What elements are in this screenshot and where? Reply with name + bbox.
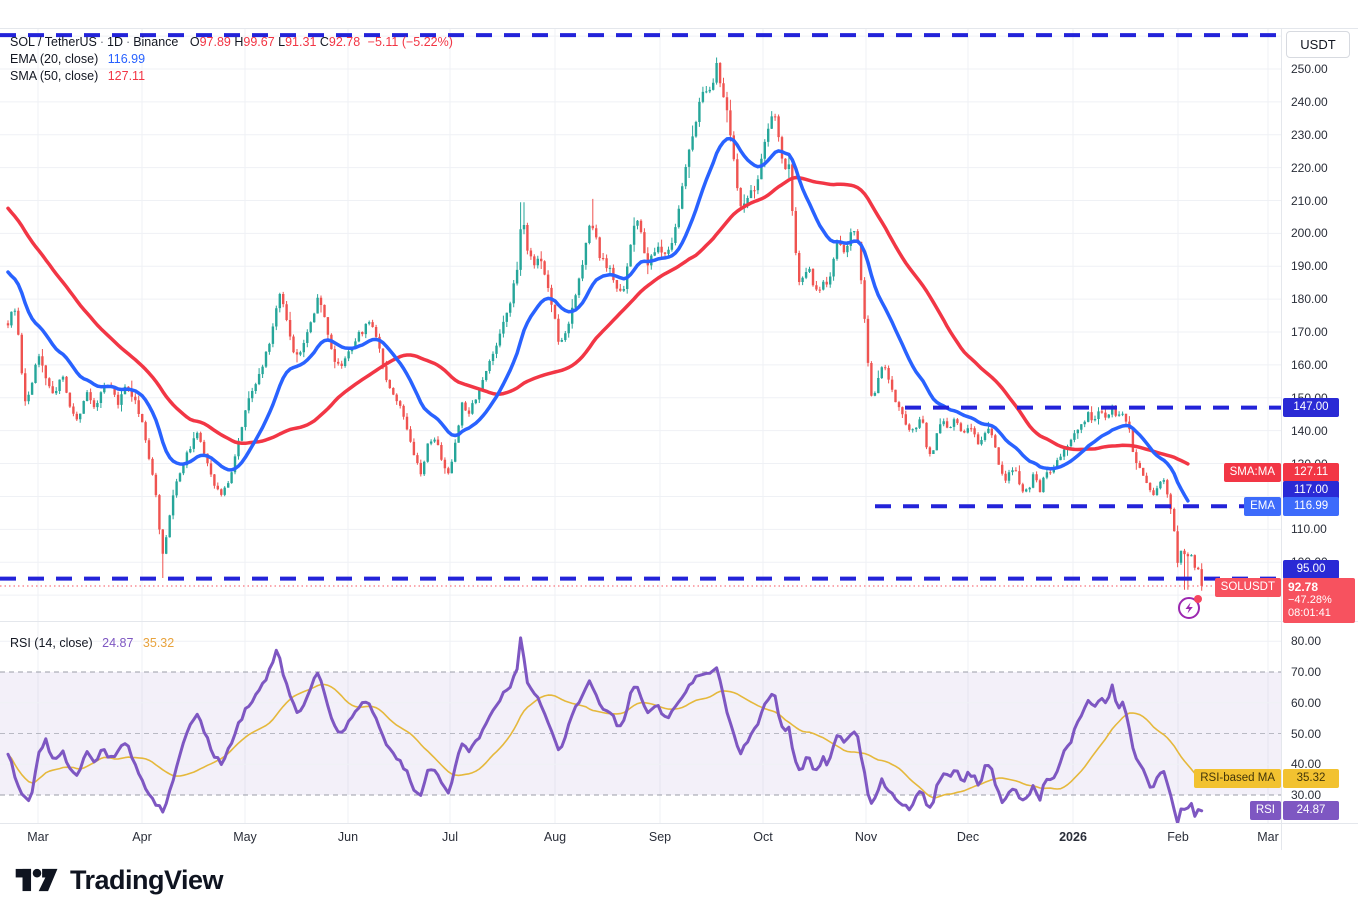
rsi-tick-label: 60.00 [1291, 696, 1321, 710]
sma-legend[interactable]: SMA (50, close) 127.11 [10, 69, 145, 83]
price-tick-label: 240.00 [1291, 95, 1328, 109]
symbol-name[interactable]: SOL / TetherUS [10, 35, 97, 49]
legend-separator: · [123, 35, 133, 49]
interval-label[interactable]: 1D [107, 35, 123, 49]
sma-name-chip: SMA:MA [1224, 463, 1281, 482]
rsi-tick-label: 80.00 [1291, 634, 1321, 648]
ohlc-close-value: 92.78 [329, 35, 360, 49]
rsi-tick-label: 70.00 [1291, 665, 1321, 679]
time-tick-label: Mar [27, 830, 49, 844]
symbol-legend[interactable]: SOL / TetherUS·1D·Binance O97.89 H99.67 … [10, 35, 453, 49]
footer: TradingView [0, 850, 1358, 911]
price-unit-button[interactable]: USDT [1286, 31, 1350, 58]
rsi-tick-label: 30.00 [1291, 788, 1321, 802]
level-price-label-147: 147.00 [1283, 398, 1339, 417]
sma-legend-name[interactable]: SMA (50, close) [10, 69, 98, 83]
rsi-tick-label: 50.00 [1291, 727, 1321, 741]
price-tick-label: 140.00 [1291, 424, 1328, 438]
price-tick-label: 210.00 [1291, 194, 1328, 208]
price-tick-label: 160.00 [1291, 358, 1328, 372]
price-tick-label: 220.00 [1291, 161, 1328, 175]
price-tick-label: 230.00 [1291, 128, 1328, 142]
tradingview-logo[interactable]: TradingView [14, 860, 223, 900]
pane-separator [0, 621, 1358, 622]
rsi-legend[interactable]: RSI (14, close) 24.87 35.32 [10, 636, 174, 650]
session-countdown: 08:01:41 [1288, 607, 1350, 620]
ema-value-chip: 116.99 [1283, 497, 1339, 516]
time-tick-label: Aug [544, 830, 566, 844]
time-tick-label: May [233, 830, 257, 844]
time-tick-label: Jun [338, 830, 358, 844]
price-tick-label: 190.00 [1291, 259, 1328, 273]
ohlc-open-value: 97.89 [200, 35, 231, 49]
sma-legend-value: 127.11 [108, 69, 145, 83]
rsi-legend-value: 24.87 [102, 636, 133, 650]
rsi-value-chip: 24.87 [1283, 801, 1339, 820]
ohlc-close-label: C [320, 35, 329, 49]
price-axis-separator [1281, 28, 1282, 850]
ema-legend-name[interactable]: EMA (20, close) [10, 52, 98, 66]
time-axis-separator [0, 823, 1358, 824]
header-separator [0, 28, 1358, 29]
symbol-name-chip: SOLUSDT [1215, 578, 1281, 597]
ema-legend[interactable]: EMA (20, close) 116.99 [10, 52, 145, 66]
time-tick-label: Sep [649, 830, 671, 844]
last-price-change-pct: −47.28% [1288, 594, 1350, 607]
tradingview-logo-icon [14, 860, 60, 900]
sma-value-chip: 127.11 [1283, 463, 1339, 482]
market-countdown-icon[interactable] [1175, 592, 1205, 622]
price-tick-label: 200.00 [1291, 226, 1328, 240]
legend-separator: · [97, 35, 107, 49]
rsi-ma-value-chip: 35.32 [1283, 769, 1339, 788]
time-tick-label: Feb [1167, 830, 1189, 844]
ohlc-low-value: 91.31 [285, 35, 316, 49]
rsi-ma-name-chip: RSI-based MA [1194, 769, 1281, 788]
last-price-chip: 92.78 −47.28% 08:01:41 [1283, 578, 1355, 623]
ohlc-open-label: O [190, 35, 200, 49]
exchange-label: Binance [133, 35, 178, 49]
price-tick-label: 170.00 [1291, 325, 1328, 339]
time-tick-label: Dec [957, 830, 979, 844]
ema-legend-value: 116.99 [108, 52, 145, 66]
rsi-ma-legend-value: 35.32 [143, 636, 174, 650]
time-tick-label: Nov [855, 830, 877, 844]
ema-name-chip: EMA [1244, 497, 1281, 516]
chart-canvas[interactable] [0, 0, 1358, 911]
tradingview-logo-text: TradingView [70, 865, 223, 896]
time-tick-label: Mar [1257, 830, 1279, 844]
price-tick-label: 110.00 [1291, 522, 1327, 536]
price-tick-label: 180.00 [1291, 292, 1328, 306]
time-tick-label: Jul [442, 830, 458, 844]
header-bar [0, 0, 1358, 28]
last-price-value: 92.78 [1288, 581, 1350, 594]
ohlc-high-value: 99.67 [243, 35, 274, 49]
time-tick-label: Oct [753, 830, 772, 844]
level-price-label-95: 95.00 [1283, 560, 1339, 579]
time-tick-label: Apr [132, 830, 151, 844]
rsi-legend-name[interactable]: RSI (14, close) [10, 636, 93, 650]
time-tick-label: 2026 [1059, 830, 1087, 844]
change-value: −5.11 (−5.22%) [368, 35, 453, 49]
price-tick-label: 250.00 [1291, 62, 1328, 76]
rsi-name-chip: RSI [1250, 801, 1281, 820]
